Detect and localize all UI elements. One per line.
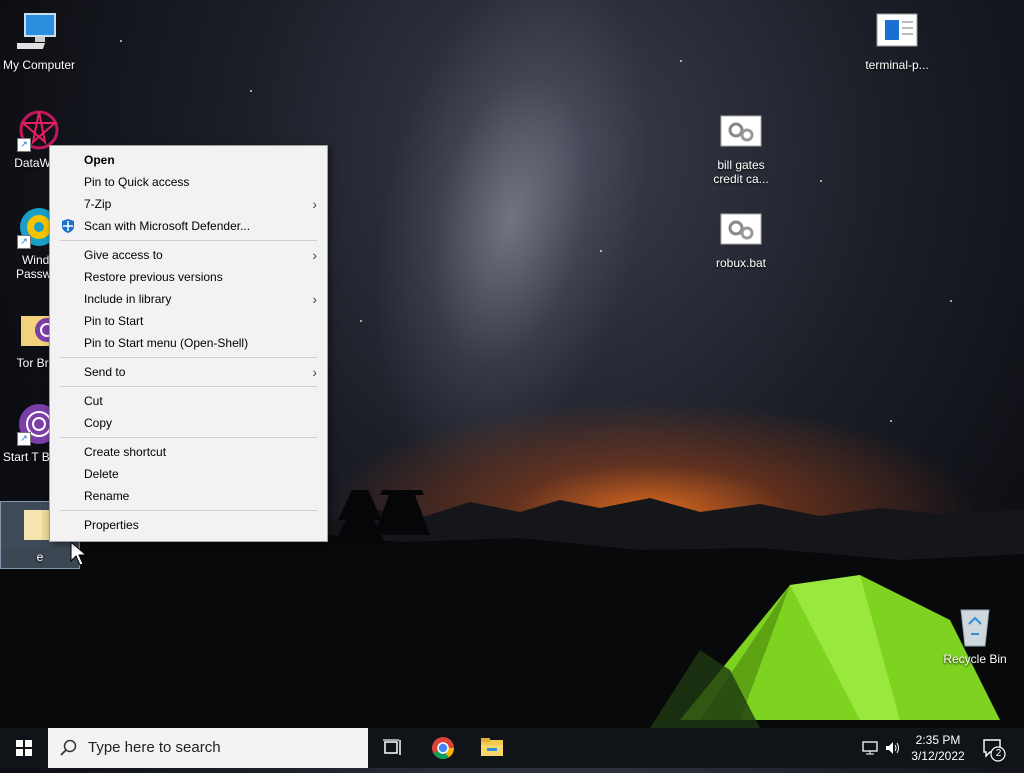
star (360, 320, 362, 322)
batch-file-gear-icon (719, 110, 763, 154)
mouse-cursor-icon (70, 541, 88, 566)
menu-item-label: Pin to Quick access (84, 175, 190, 189)
menu-item-pin-to-start-menu-open-shell[interactable]: Pin to Start menu (Open-Shell) (50, 332, 327, 354)
menu-item-delete[interactable]: Delete (50, 463, 327, 485)
document-icon (875, 10, 919, 54)
desktop-icon-terminal-p[interactable]: terminal-p... (858, 10, 936, 72)
action-center-button[interactable]: 2 (976, 728, 1024, 768)
menu-item-label: Include in library (84, 292, 172, 306)
system-tray (860, 728, 904, 768)
chevron-right-icon: › (312, 364, 317, 380)
menu-separator (60, 437, 317, 438)
star (950, 300, 952, 302)
menu-item-label: Pin to Start (84, 314, 144, 328)
search-placeholder: Type here to search (88, 739, 221, 756)
search-icon (60, 739, 77, 756)
taskbar-clock[interactable]: 2:35 PM 3/12/2022 (905, 732, 971, 764)
menu-item-label: Cut (84, 394, 103, 408)
desktop-icon-my-computer[interactable]: My Computer (0, 10, 78, 72)
menu-item-pin-to-start[interactable]: Pin to Start (50, 310, 327, 332)
menu-separator (60, 357, 317, 358)
menu-item-label: Send to (84, 365, 126, 379)
chevron-right-icon: › (312, 196, 317, 212)
menu-item-label: Restore previous versions (84, 270, 223, 284)
clock-time: 2:35 PM (915, 733, 961, 747)
menu-item-cut[interactable]: Cut (50, 390, 327, 412)
desktop-icon-label: robux.bat (715, 256, 767, 270)
menu-item-label: 7-Zip (84, 197, 112, 211)
menu-item-label: Delete (84, 467, 119, 481)
desktop-icon-label: e (36, 550, 44, 564)
chrome-icon (432, 737, 454, 759)
menu-item-create-shortcut[interactable]: Create shortcut (50, 441, 327, 463)
volume-icon[interactable] (884, 740, 902, 756)
taskbar-chrome-button[interactable] (419, 728, 467, 768)
menu-item-label: Properties (84, 518, 139, 532)
shortcut-arrow-icon: ↗ (17, 432, 31, 446)
menu-item-label: Open (84, 153, 115, 167)
desktop-icon-bill-gates-credit-card[interactable]: bill gates credit ca... (702, 110, 780, 186)
menu-item-properties[interactable]: Properties (50, 514, 327, 536)
menu-item-7-zip[interactable]: 7-Zip › (50, 193, 327, 215)
menu-item-restore-previous-versions[interactable]: Restore previous versions (50, 266, 327, 288)
chevron-right-icon: › (312, 247, 317, 263)
computer-icon (12, 10, 61, 54)
taskbar: Type here to search 2:35 PM 3/12/2022 2 (0, 728, 1024, 768)
recycle-bin-icon (953, 604, 997, 648)
file-explorer-icon (481, 738, 503, 756)
desktop[interactable]: My Computer ↗ DataWag ↗ Windo Passwor To… (0, 0, 1024, 728)
menu-item-rename[interactable]: Rename (50, 485, 327, 507)
menu-item-give-access-to[interactable]: Give access to › (50, 244, 327, 266)
star (890, 420, 892, 422)
menu-item-label: Give access to (84, 248, 163, 262)
menu-item-scan-with-defender[interactable]: Scan with Microsoft Defender... (50, 215, 327, 237)
menu-item-pin-to-quick-access[interactable]: Pin to Quick access (50, 171, 327, 193)
star (820, 180, 822, 182)
start-button[interactable] (0, 728, 48, 768)
menu-item-label: Scan with Microsoft Defender... (84, 219, 251, 233)
desktop-icon-label: My Computer (2, 58, 76, 72)
taskbar-file-explorer-button[interactable] (468, 728, 516, 768)
menu-item-label: Pin to Start menu (Open-Shell) (84, 336, 249, 350)
menu-item-label: Create shortcut (84, 445, 167, 459)
notification-count-badge: 2 (995, 748, 1002, 759)
defender-shield-icon (62, 219, 74, 233)
shortcut-arrow-icon: ↗ (17, 235, 31, 249)
menu-item-label: Rename (84, 489, 130, 503)
star (250, 90, 252, 92)
chevron-right-icon: › (312, 291, 317, 307)
menu-separator (60, 240, 317, 241)
windows-logo-icon (16, 740, 32, 756)
network-icon[interactable] (862, 740, 880, 756)
menu-separator (60, 510, 317, 511)
task-view-button[interactable] (368, 728, 416, 768)
menu-item-open[interactable]: Open (50, 149, 327, 171)
taskbar-search-box[interactable]: Type here to search (48, 728, 368, 768)
star (120, 40, 122, 42)
clock-date: 3/12/2022 (911, 749, 965, 763)
star (600, 250, 602, 252)
desktop-icon-recycle-bin[interactable]: Recycle Bin (936, 604, 1014, 666)
desktop-icon-label: bill gates credit ca... (713, 158, 769, 186)
star (680, 60, 682, 62)
menu-item-copy[interactable]: Copy (50, 412, 327, 434)
desktop-icon-label: terminal-p... (865, 58, 929, 72)
batch-file-gear-icon (719, 208, 763, 252)
shortcut-arrow-icon: ↗ (17, 138, 31, 152)
menu-item-include-in-library[interactable]: Include in library › (50, 288, 327, 310)
desktop-icon-robux-bat[interactable]: robux.bat (702, 208, 780, 270)
task-view-icon (383, 739, 401, 755)
menu-separator (60, 386, 317, 387)
menu-item-label: Copy (84, 416, 113, 430)
desktop-icon-label: Recycle Bin (943, 652, 1007, 666)
menu-item-send-to[interactable]: Send to › (50, 361, 327, 383)
context-menu: Open Pin to Quick access 7-Zip › Scan wit… (49, 145, 328, 542)
